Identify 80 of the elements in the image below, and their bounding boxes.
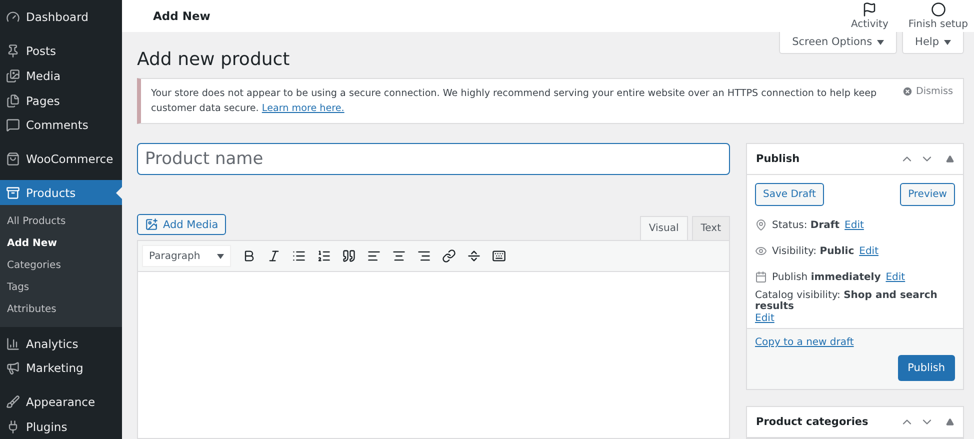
screen-tab[interactable]: Screen Options bbox=[779, 32, 898, 54]
sidebar-item[interactable]: Dashboard bbox=[0, 5, 122, 30]
sidebar-item[interactable]: Plugins bbox=[0, 414, 122, 439]
publish-setting: Publish immediately bbox=[772, 272, 881, 282]
speech-bubble-icon bbox=[6, 118, 20, 132]
toolbar-action[interactable]: Activity bbox=[846, 2, 892, 30]
brush-icon bbox=[6, 394, 20, 409]
sidebar-item[interactable]: Appearance bbox=[0, 390, 122, 414]
numbered-list-icon bbox=[317, 249, 331, 263]
edit-link[interactable]: Edit bbox=[859, 246, 878, 256]
eye-icon bbox=[755, 245, 767, 257]
quote-icon bbox=[342, 249, 356, 263]
edit-link[interactable]: Edit bbox=[755, 313, 774, 324]
pages-icon bbox=[6, 94, 20, 108]
publish-setting: Catalog visibility: Shop and search results bbox=[755, 290, 938, 312]
edit-link[interactable]: Edit bbox=[886, 272, 906, 282]
sidebar-item[interactable]: Comments bbox=[0, 112, 122, 138]
publish-button[interactable]: Publish bbox=[898, 355, 955, 381]
bullet-list-icon bbox=[292, 249, 306, 263]
read-more-icon bbox=[467, 249, 481, 263]
submenu-item[interactable]: All Products bbox=[0, 210, 122, 232]
notice-text: Your store does not appear to be using a secure connection. We highly recommend serving your entire website over an HTTPS connection to help keep customer data secure. Learn more here. bbox=[151, 87, 878, 116]
megaphone-icon bbox=[6, 361, 20, 376]
media-icon bbox=[145, 218, 158, 231]
caret-icon bbox=[944, 40, 951, 45]
collapse-button[interactable] bbox=[946, 155, 954, 163]
sidebar-item[interactable]: Analytics bbox=[0, 331, 122, 356]
learn-more-link[interactable]: Learn more here. bbox=[262, 103, 344, 114]
editor-tab[interactable]: Text bbox=[692, 216, 730, 240]
circle-icon bbox=[930, 2, 946, 17]
submenu-item[interactable]: Add New bbox=[0, 232, 122, 254]
page-title: Add new product bbox=[137, 49, 291, 70]
dashboard-icon bbox=[6, 10, 20, 24]
panel-title: Publish bbox=[756, 153, 801, 165]
archive-icon bbox=[6, 186, 20, 200]
toolbar-action[interactable]: Finish setup bbox=[904, 2, 972, 30]
flag-icon bbox=[862, 2, 878, 17]
editor-tab[interactable]: Visual bbox=[640, 216, 688, 240]
bag-icon bbox=[6, 152, 20, 166]
align-left-icon bbox=[367, 249, 381, 263]
copy-draft-link[interactable]: Copy to a new draft bbox=[755, 337, 955, 348]
images-icon bbox=[6, 68, 20, 83]
collapse-button[interactable] bbox=[946, 418, 954, 426]
submenu-item[interactable]: Categories bbox=[0, 254, 122, 276]
pin-icon bbox=[755, 219, 767, 231]
triangle-icon bbox=[946, 418, 954, 426]
sidebar-item[interactable]: Media bbox=[0, 63, 122, 88]
sidebar-item[interactable]: Products bbox=[0, 180, 122, 206]
sidebar-item[interactable]: Marketing bbox=[0, 356, 122, 381]
preview-button[interactable]: Preview bbox=[900, 183, 955, 206]
sidebar-item[interactable]: Pages bbox=[0, 88, 122, 113]
edit-link[interactable]: Edit bbox=[844, 220, 864, 230]
publish-setting: Visibility: Public bbox=[772, 246, 854, 256]
calendar-icon bbox=[755, 271, 767, 283]
dismiss-button[interactable]: Dismiss bbox=[902, 86, 953, 116]
bar-chart-icon bbox=[6, 336, 20, 350]
submenu-item[interactable]: Tags bbox=[0, 276, 122, 298]
plug-icon bbox=[6, 420, 20, 434]
bold-icon bbox=[242, 249, 256, 263]
close-icon bbox=[902, 86, 913, 97]
publish-setting: Status: Draft bbox=[772, 220, 840, 230]
save-draft-button[interactable]: Save Draft bbox=[755, 183, 824, 206]
caret-icon bbox=[877, 40, 884, 45]
add-media-button[interactable]: Add Media bbox=[137, 214, 226, 235]
screen-tab[interactable]: Help bbox=[902, 32, 964, 54]
link-icon bbox=[442, 249, 456, 263]
submenu-item[interactable]: Attributes bbox=[0, 298, 122, 320]
caret-icon bbox=[217, 254, 224, 258]
italic-icon bbox=[267, 249, 281, 263]
page-heading: Add New bbox=[153, 9, 212, 23]
pin-icon bbox=[6, 44, 20, 58]
keyboard-icon bbox=[492, 249, 506, 263]
triangle-icon bbox=[946, 155, 954, 163]
align-right-icon bbox=[417, 249, 431, 263]
panel-title: Product categories bbox=[756, 416, 870, 428]
sidebar-item[interactable]: Posts bbox=[0, 38, 122, 64]
sidebar-item[interactable]: WooCommerce bbox=[0, 146, 122, 172]
format-select[interactable]: Paragraph bbox=[142, 245, 231, 267]
align-center-icon bbox=[392, 249, 406, 263]
product-name-field[interactable]: Product name bbox=[137, 143, 730, 175]
